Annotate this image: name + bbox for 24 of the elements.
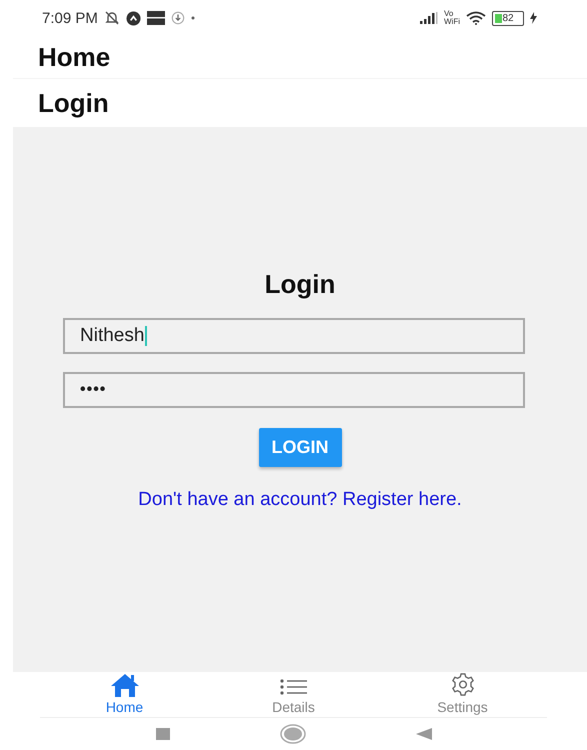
dot-icon	[190, 16, 195, 20]
signal-icon	[420, 12, 438, 24]
form-title: Login	[264, 268, 336, 300]
window-icon	[146, 11, 165, 25]
volte-label: Vo	[444, 10, 454, 18]
wifi-icon	[466, 11, 486, 25]
back-icon[interactable]	[416, 728, 432, 740]
page-title: Login	[38, 88, 109, 118]
home-circle-icon[interactable]	[280, 724, 306, 744]
gear-icon	[450, 672, 476, 697]
chevron-circle-icon	[126, 10, 141, 26]
register-link[interactable]: Don't have an account? Register here.	[138, 488, 462, 510]
username-field[interactable]: Nithesh	[63, 318, 525, 354]
download-icon	[170, 11, 185, 25]
wifi-label: WiFi	[444, 18, 460, 26]
muted-bell-icon	[104, 10, 120, 26]
login-button[interactable]: LOGIN	[258, 428, 342, 466]
status-time: 7:09 PM	[42, 10, 98, 26]
house-icon	[110, 673, 140, 697]
password-field[interactable]: ••••	[63, 372, 525, 408]
list-icon	[278, 677, 308, 697]
recents-icon[interactable]	[156, 728, 170, 740]
battery-indicator: 82	[492, 10, 524, 26]
header-title: Home	[38, 42, 110, 72]
